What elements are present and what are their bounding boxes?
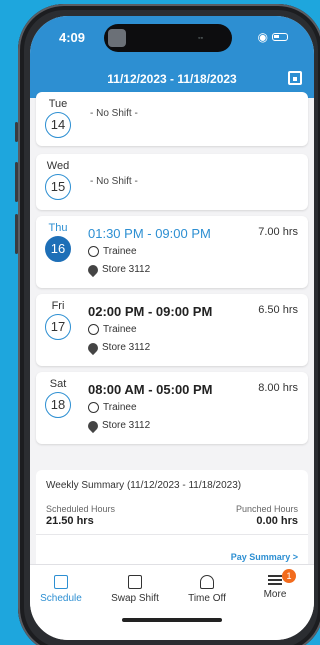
tab-label: Swap Shift: [111, 593, 159, 604]
week-date-range[interactable]: 11/12/2023 - 11/18/2023: [30, 72, 314, 86]
day-name: Sat: [49, 378, 67, 390]
shift-time: 08:00 AM - 05:00 PM: [88, 382, 213, 397]
date-circle: 17: [45, 314, 71, 340]
date-circle: 16: [45, 236, 71, 262]
side-button-volume-down: [15, 214, 18, 254]
island-app-icon: [108, 29, 126, 47]
tab-label: Time Off: [188, 593, 226, 604]
pay-summary-link[interactable]: Pay Summary >: [231, 552, 298, 562]
store-label: Store 3112: [102, 420, 151, 431]
tab-time-off[interactable]: Time Off: [172, 575, 242, 604]
punched-hours-label: Punched Hours: [235, 504, 298, 514]
day-name: Tue: [48, 98, 68, 110]
shift-role: Trainee: [88, 402, 137, 413]
tab-swap-shift[interactable]: Swap Shift: [100, 575, 170, 604]
person-icon: [88, 246, 99, 257]
day-column: Sat 18: [36, 372, 80, 418]
no-shift-text: - No Shift -: [90, 176, 138, 187]
shift-hours: 6.50 hrs: [258, 304, 298, 316]
tab-schedule[interactable]: Schedule: [30, 575, 96, 604]
person-icon: [88, 402, 99, 413]
store-label: Store 3112: [102, 342, 151, 353]
day-card-sat[interactable]: Sat 18 08:00 AM - 05:00 PM 8.00 hrs Trai…: [36, 372, 308, 444]
schedule-icon: [54, 575, 68, 589]
shift-hours: 8.00 hrs: [258, 382, 298, 394]
day-card-tue[interactable]: Tue 14 - No Shift -: [36, 92, 308, 146]
person-icon: [88, 324, 99, 335]
shift-role: Trainee: [88, 324, 137, 335]
status-icons: ◉: [258, 30, 288, 44]
location-pin-icon: [85, 340, 101, 355]
day-name: Fri: [51, 300, 65, 312]
menu-icon: [268, 575, 282, 585]
role-label: Trainee: [103, 246, 137, 257]
wifi-icon: ◉: [257, 30, 268, 44]
scheduled-hours-label: Scheduled Hours: [46, 504, 116, 514]
dynamic-island: ◦◦: [104, 24, 232, 52]
scheduled-hours-value: 21.50 hrs: [46, 515, 94, 527]
punched-hours-value: 0.00 hrs: [256, 515, 298, 527]
day-column: Wed 15: [36, 154, 80, 200]
calendar-icon[interactable]: [288, 71, 302, 85]
time-off-icon: [200, 575, 214, 589]
side-button-volume-up: [15, 162, 18, 202]
date-circle: 14: [45, 112, 71, 138]
status-time: 4:09: [59, 30, 86, 45]
tab-label: More: [263, 589, 287, 600]
shift-store: Store 3112: [85, 262, 151, 277]
day-card-wed[interactable]: Wed 15 - No Shift -: [36, 154, 308, 210]
no-shift-text: - No Shift -: [90, 108, 138, 119]
location-pin-icon: [85, 262, 101, 277]
shift-role: Trainee: [88, 246, 137, 257]
day-name: Thu: [48, 222, 68, 234]
shift-store: Store 3112: [85, 418, 151, 433]
location-pin-icon: [85, 418, 101, 433]
app-screen: 4:09 ◦◦ ◉ 11/12/2023 - 11/18/2023 Tue 14…: [30, 16, 314, 640]
swap-shift-icon: [128, 575, 142, 589]
shift-store: Store 3112: [85, 340, 151, 355]
battery-icon: [272, 33, 288, 41]
island-camera-icon: ◦◦: [198, 35, 203, 42]
bottom-tab-bar: Schedule Swap Shift Time Off 1 More: [30, 564, 314, 640]
shift-time: 02:00 PM - 09:00 PM: [88, 304, 213, 319]
role-label: Trainee: [103, 402, 137, 413]
shift-time: 01:30 PM - 09:00 PM: [88, 226, 211, 241]
side-button-silent: [15, 122, 18, 142]
status-bar: 4:09 ◦◦ ◉: [30, 16, 314, 60]
day-card-thu[interactable]: Thu 16 01:30 PM - 09:00 PM 7.00 hrs Trai…: [36, 216, 308, 288]
tab-label: Schedule: [40, 593, 82, 604]
day-name: Wed: [46, 160, 70, 172]
day-column: Thu 16: [36, 216, 80, 262]
day-column: Tue 14: [36, 92, 80, 138]
shift-hours: 7.00 hrs: [258, 226, 298, 238]
role-label: Trainee: [103, 324, 137, 335]
date-circle: 18: [45, 392, 71, 418]
day-card-fri[interactable]: Fri 17 02:00 PM - 09:00 PM 6.50 hrs Trai…: [36, 294, 308, 366]
schedule-list: Tue 14 - No Shift - Wed 15 - No Shift - …: [30, 92, 314, 574]
home-indicator[interactable]: [122, 618, 222, 622]
notification-badge: 1: [282, 569, 296, 583]
summary-title: Weekly Summary (11/12/2023 - 11/18/2023): [46, 480, 242, 491]
weekly-summary-card: Weekly Summary (11/12/2023 - 11/18/2023)…: [36, 470, 308, 574]
summary-divider: [36, 534, 308, 535]
day-column: Fri 17: [36, 294, 80, 340]
date-circle: 15: [45, 174, 71, 200]
tab-more[interactable]: 1 More: [240, 569, 310, 600]
store-label: Store 3112: [102, 264, 151, 275]
